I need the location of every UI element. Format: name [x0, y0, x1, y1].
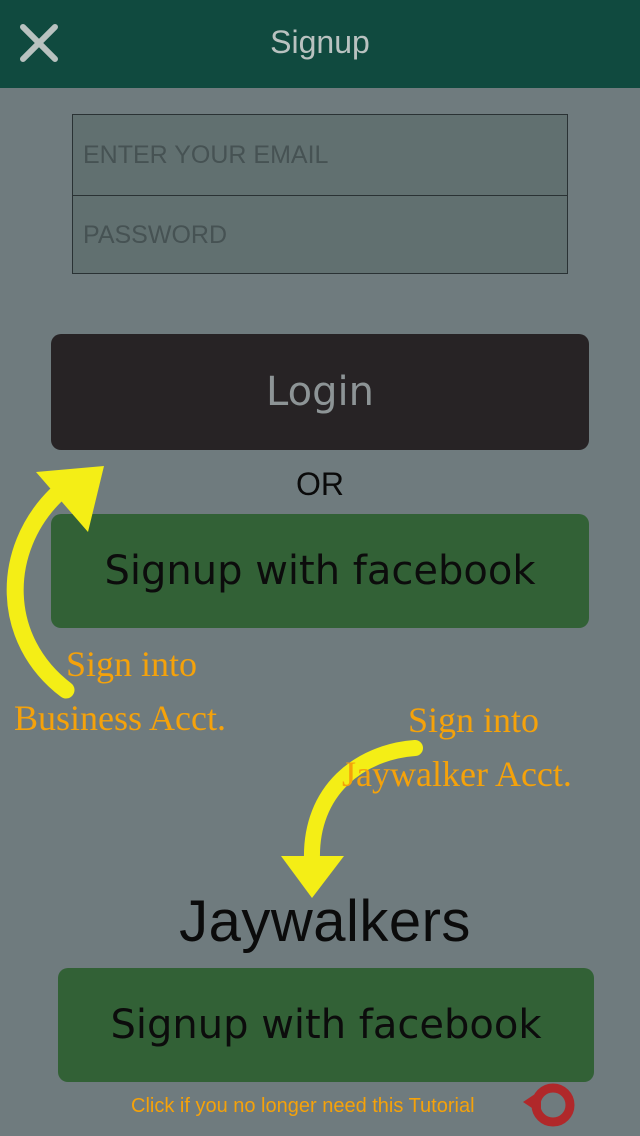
jaywalker-annotation-line1: Sign into	[408, 700, 540, 740]
page-title: Signup	[270, 24, 370, 60]
business-annotation-line1: Sign into	[66, 644, 198, 684]
refresh-button[interactable]	[519, 1080, 579, 1130]
dismiss-tutorial-link[interactable]: Click if you no longer need this Tutoria…	[131, 1095, 475, 1118]
password-field[interactable]	[73, 195, 567, 275]
business-facebook-signup-button[interactable]: Signup with facebook	[51, 514, 589, 628]
jaywalker-facebook-signup-button[interactable]: Signup with facebook	[58, 968, 594, 1082]
login-form	[72, 114, 568, 275]
header-bar: Signup	[0, 0, 640, 88]
email-field[interactable]	[73, 115, 567, 195]
jaywalker-annotation-line2: Jaywalker Acct.	[342, 754, 572, 794]
login-button[interactable]: Login	[51, 334, 589, 450]
signup-screen: Signup Login OR Signup with facebook Sig…	[0, 0, 640, 1136]
brand-name: Jaywalkers	[179, 889, 471, 954]
refresh-icon	[523, 1083, 575, 1127]
business-annotation-line2: Business Acct.	[14, 698, 226, 738]
or-separator: OR	[296, 466, 344, 502]
